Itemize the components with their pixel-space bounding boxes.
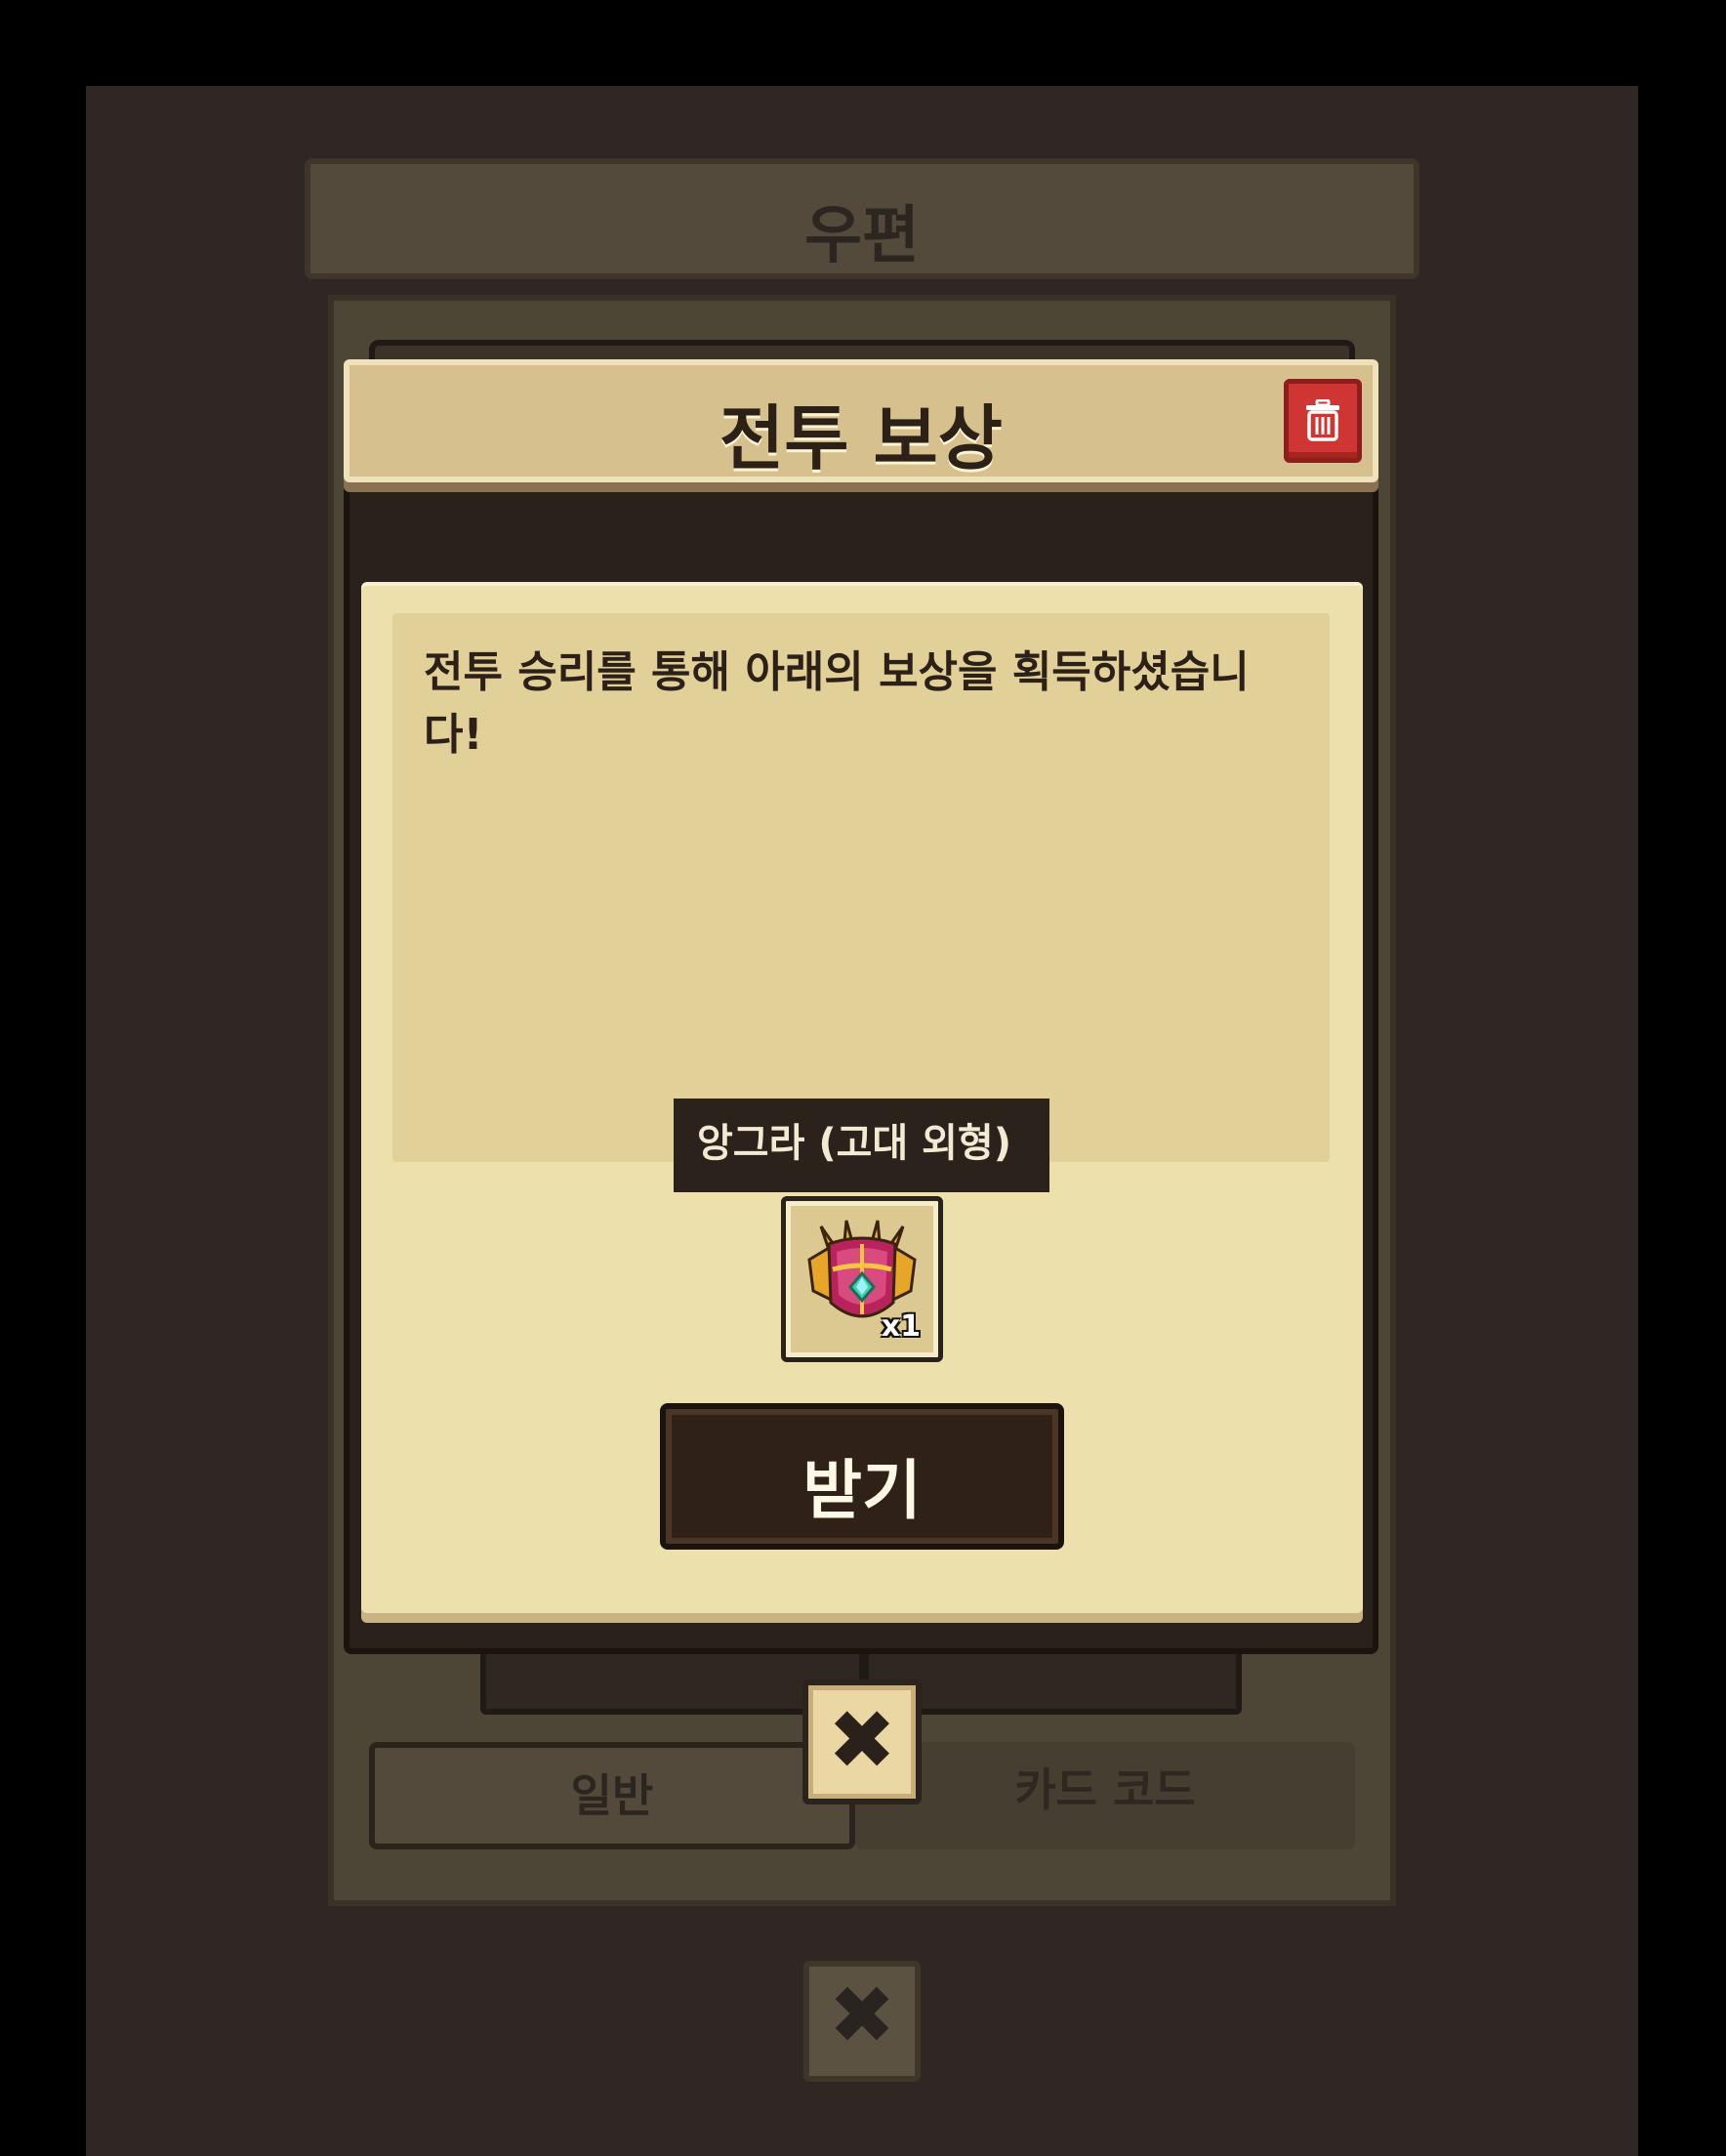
mailbox-header: 우편 [305, 158, 1419, 279]
popup-title: 전투 보상 [719, 397, 1004, 479]
item-quantity: x1 [881, 1309, 921, 1344]
receive-button[interactable]: 받기 [660, 1403, 1064, 1550]
tab-general[interactable]: 일반 [369, 1742, 855, 1849]
mailbox-close-button[interactable]: ✖ [803, 1961, 921, 2082]
reward-item-slot[interactable]: x1 [781, 1196, 943, 1362]
close-x-icon: ✖ [827, 1692, 897, 1788]
mailbox-title: 우편 [804, 200, 920, 272]
popup-close-button[interactable]: ✖ [802, 1679, 922, 1804]
reward-message: 전투 승리를 통해 아래의 보상을 획득하셨습니다! [424, 647, 1250, 760]
item-tooltip: 앙그라 (고대 외형) [674, 1099, 1049, 1192]
trash-icon [1306, 399, 1339, 441]
delete-mail-button[interactable] [1284, 379, 1362, 463]
receive-button-label: 받기 [802, 1453, 922, 1528]
tab-card-code[interactable]: 카드 코드 [855, 1742, 1355, 1849]
popup-header: 전투 보상 [344, 359, 1378, 482]
close-x-icon: ✖ [828, 1969, 896, 2062]
